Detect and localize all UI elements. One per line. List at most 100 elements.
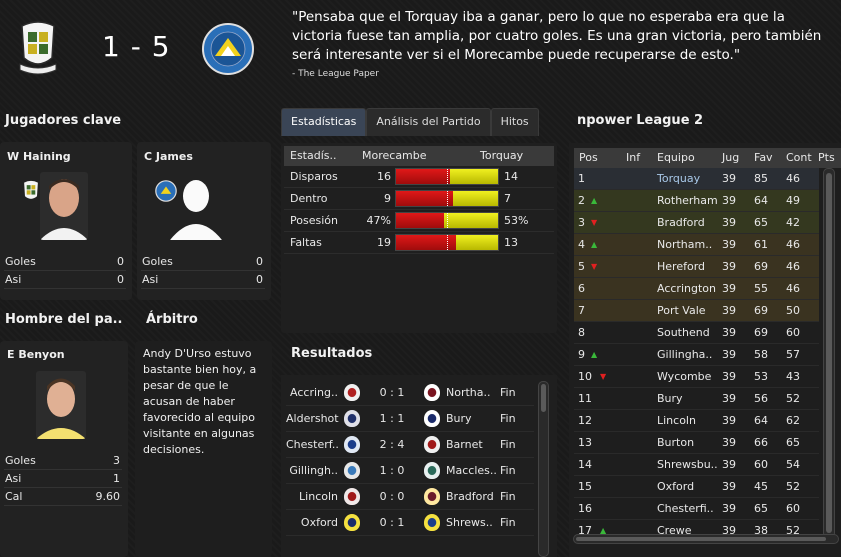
league-row[interactable]: 1 Torquay 39 85 46 <box>574 168 819 190</box>
league-row[interactable]: 16 Chesterfi.. 39 65 60 <box>574 498 819 520</box>
bar-midline <box>447 213 448 228</box>
team-name[interactable]: Wycombe <box>657 370 711 383</box>
games-played: 39 <box>722 216 736 229</box>
team-name[interactable]: Shrewsbu.. <box>657 458 718 471</box>
league-row[interactable]: 7 Port Vale 39 69 50 <box>574 300 819 322</box>
league-row[interactable]: 15 Oxford 39 45 52 <box>574 476 819 498</box>
home-team: Oxford <box>300 516 338 529</box>
league-hscrollbar[interactable] <box>573 534 839 544</box>
referee-heading: Árbitro <box>146 312 198 327</box>
tab-bar: Estadísticas Análisis del Partido Hitos <box>281 108 539 136</box>
league-row[interactable]: 4 ▲ Northam.. 39 61 46 <box>574 234 819 256</box>
match-status: Fin <box>500 438 516 451</box>
games-played: 39 <box>722 370 736 383</box>
team-name[interactable]: Burton <box>657 436 694 449</box>
home-value: 9 <box>384 192 391 205</box>
quote-source: - The League Paper <box>292 69 379 79</box>
team-name[interactable]: Chesterfi.. <box>657 502 714 515</box>
result-row[interactable]: Oxford 0 : 1 Shrews.. Fin <box>286 510 534 536</box>
away-value: 7 <box>504 192 511 205</box>
home-share-bar <box>396 169 451 184</box>
player-photo <box>36 371 86 439</box>
goals-for: 56 <box>754 392 768 405</box>
player-photo <box>40 172 88 240</box>
away-value: 13 <box>504 236 518 249</box>
stat-label: Posesión <box>290 214 338 227</box>
result-row[interactable]: Aldershot 1 : 1 Bury Fin <box>286 406 534 432</box>
up-arrow-icon: ▲ <box>591 350 598 359</box>
team-name[interactable]: Northam.. <box>657 238 712 251</box>
team-name[interactable]: Bury <box>657 392 683 405</box>
team-name[interactable]: Oxford <box>657 480 694 493</box>
position: 14 <box>578 458 592 471</box>
home-value: 16 <box>377 170 391 183</box>
goals-for: 60 <box>754 458 768 471</box>
stat-row: Goles 3 <box>4 452 122 470</box>
league-row[interactable]: 10 ▼ Wycombe 39 53 43 <box>574 366 819 388</box>
games-played: 39 <box>722 392 736 405</box>
score: 0 : 1 <box>379 386 405 399</box>
results-scrollbar[interactable] <box>538 381 549 557</box>
league-row[interactable]: 2 ▲ Rotherham 39 64 49 <box>574 190 819 212</box>
stat-row: Asi 0 <box>141 271 265 289</box>
games-played: 39 <box>722 326 736 339</box>
away-team: Bradford <box>446 490 494 503</box>
away-badge-icon <box>424 514 440 531</box>
goals-against: 54 <box>786 458 800 471</box>
league-row[interactable]: 12 Lincoln 39 64 62 <box>574 410 819 432</box>
away-badge-icon <box>424 436 440 453</box>
comparison-bar <box>395 212 499 229</box>
league-row[interactable]: 5 ▼ Hereford 39 69 46 <box>574 256 819 278</box>
comparison-bar <box>395 234 499 251</box>
match-status: Fin <box>500 412 516 425</box>
bar-midline <box>447 169 448 184</box>
tab-hitos[interactable]: Hitos <box>490 108 539 136</box>
league-row[interactable]: 8 Southend 39 69 60 <box>574 322 819 344</box>
games-played: 39 <box>722 348 736 361</box>
tab-estadisticas[interactable]: Estadísticas <box>281 108 367 136</box>
league-row[interactable]: 9 ▲ Gillingha.. 39 58 57 <box>574 344 819 366</box>
league-row[interactable]: 6 Accrington 39 55 46 <box>574 278 819 300</box>
stats-header: Estadís.. Morecambe Torquay <box>284 146 554 166</box>
goals-against: 52 <box>786 480 800 493</box>
league-row[interactable]: 14 Shrewsbu.. 39 60 54 <box>574 454 819 476</box>
away-badge-icon <box>424 384 440 401</box>
man-of-match-heading: Hombre del pa.. <box>5 312 123 327</box>
team-name[interactable]: Port Vale <box>657 304 706 317</box>
position: 11 <box>578 392 592 405</box>
away-share-bar <box>456 235 498 250</box>
team-name[interactable]: Southend <box>657 326 710 339</box>
team-name[interactable]: Bradford <box>657 216 705 229</box>
goals-against: 57 <box>786 348 800 361</box>
team-name[interactable]: Accrington <box>657 282 716 295</box>
result-row[interactable]: Chesterf.. 2 : 4 Barnet Fin <box>286 432 534 458</box>
stat-row: Goles 0 <box>141 253 265 271</box>
match-status: Fin <box>500 386 516 399</box>
league-row[interactable]: 11 Bury 39 56 52 <box>574 388 819 410</box>
goals-for: 61 <box>754 238 768 251</box>
down-arrow-icon: ▼ <box>591 218 598 227</box>
team-name[interactable]: Torquay <box>657 172 700 185</box>
goals-for: 64 <box>754 414 768 427</box>
result-row[interactable]: Gillingh.. 1 : 0 Maccles.. Fin <box>286 458 534 484</box>
league-header: Pos Inf Equipo Jug Fav Cont Pts <box>574 148 841 168</box>
league-row[interactable]: 3 ▼ Bradford 39 65 42 <box>574 212 819 234</box>
team-name[interactable]: Lincoln <box>657 414 696 427</box>
league-vscrollbar[interactable] <box>823 168 835 538</box>
position: 16 <box>578 502 592 515</box>
tab-analisis[interactable]: Análisis del Partido <box>366 108 491 136</box>
team-name[interactable]: Rotherham <box>657 194 718 207</box>
home-share-bar <box>396 213 444 228</box>
league-row[interactable]: 13 Burton 39 66 65 <box>574 432 819 454</box>
team-name[interactable]: Hereford <box>657 260 705 273</box>
up-arrow-icon: ▲ <box>591 196 598 205</box>
team-name[interactable]: Gillingha.. <box>657 348 712 361</box>
home-badge-icon <box>344 514 360 531</box>
away-badge-icon <box>424 488 440 505</box>
result-row[interactable]: Accring.. 0 : 1 Northa.. Fin <box>286 380 534 406</box>
position: 8 <box>578 326 585 339</box>
comparison-bar <box>395 168 499 185</box>
result-row[interactable]: Lincoln 0 : 0 Bradford Fin <box>286 484 534 510</box>
away-share-bar <box>450 169 498 184</box>
stat-row: Goles 0 <box>4 253 126 271</box>
